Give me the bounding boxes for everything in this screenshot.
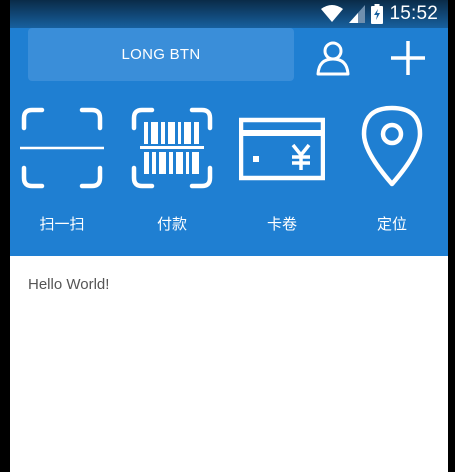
cell-signal-icon	[349, 5, 366, 23]
long-button[interactable]: LONG BTN	[28, 28, 294, 81]
barcode-icon	[131, 107, 213, 189]
header-bar: LONG BTN	[10, 28, 448, 84]
shortcut-scan[interactable]: 扫一扫	[12, 100, 112, 240]
shortcut-pay[interactable]: 付款	[122, 100, 222, 240]
status-bar: 15:52	[10, 0, 448, 28]
card-icon	[239, 117, 325, 181]
plus-icon[interactable]	[390, 40, 426, 76]
app-screen: 15:52 LONG BTN 扫一扫 付款 卡卷 定位 Hello World!	[0, 0, 455, 472]
content-area: Hello World!	[10, 256, 448, 472]
location-pin-icon	[361, 105, 423, 187]
top-panel: 15:52 LONG BTN 扫一扫 付款 卡卷 定位	[10, 0, 448, 256]
status-time: 15:52	[389, 3, 438, 24]
shortcut-row: 扫一扫 付款 卡卷 定位	[10, 100, 448, 250]
user-icon[interactable]	[315, 40, 351, 76]
status-icons: 15:52	[321, 2, 438, 26]
battery-charging-icon	[371, 4, 384, 24]
screen-edge	[448, 0, 455, 472]
shortcut-label: 扫一扫	[39, 215, 85, 233]
wifi-icon	[321, 5, 344, 22]
shortcut-card[interactable]: 卡卷	[232, 100, 332, 240]
shortcut-location[interactable]: 定位	[342, 100, 442, 240]
shortcut-label: 定位	[376, 215, 407, 233]
scan-icon	[20, 107, 104, 189]
hello-text: Hello World!	[28, 276, 110, 293]
shortcut-label: 付款	[156, 215, 187, 233]
shortcut-label: 卡卷	[266, 215, 297, 233]
